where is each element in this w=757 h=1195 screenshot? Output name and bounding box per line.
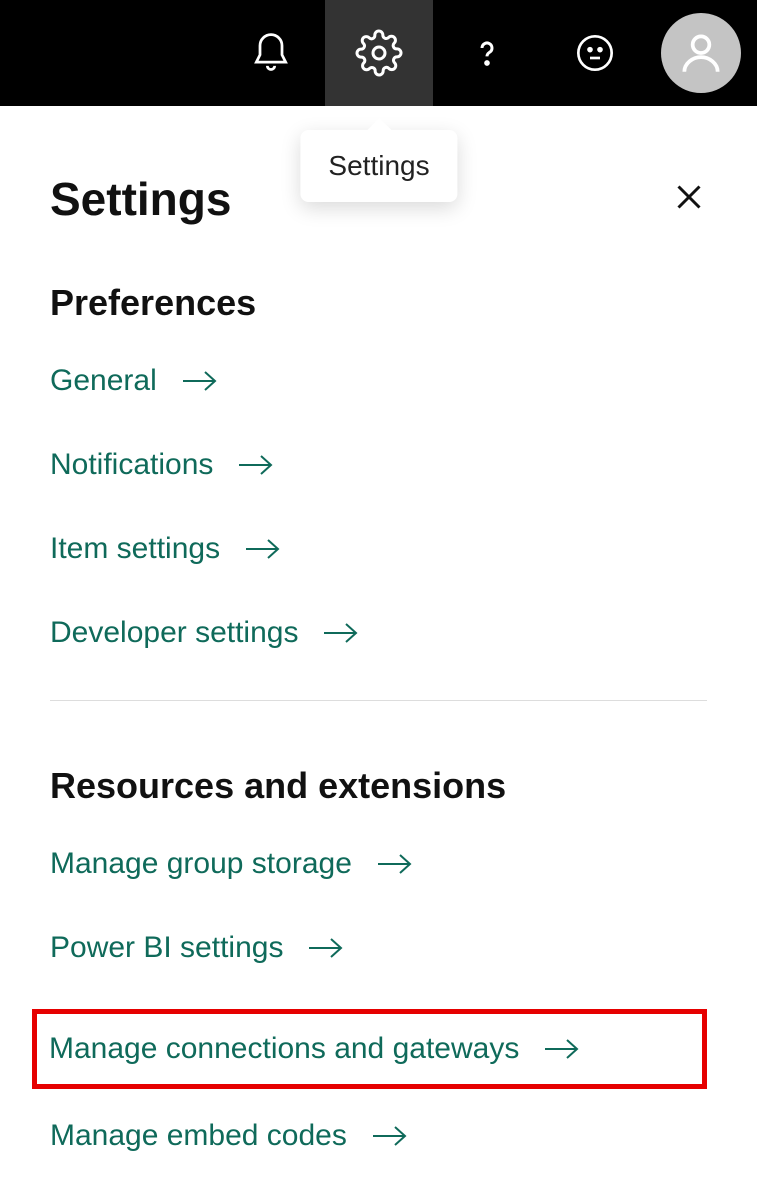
link-developer-settings[interactable]: Developer settings — [50, 616, 707, 650]
close-icon[interactable] — [671, 179, 707, 220]
page-title: Settings — [50, 172, 231, 226]
link-label: Notifications — [50, 448, 213, 482]
avatar[interactable] — [661, 13, 741, 93]
settings-panel: Settings Preferences General Notificatio… — [0, 106, 757, 1153]
topbar: Settings — [0, 0, 757, 106]
settings-icon[interactable]: Settings — [325, 0, 433, 106]
feedback-icon[interactable] — [541, 0, 649, 106]
arrow-right-icon — [307, 934, 347, 962]
link-label: Power BI settings — [50, 931, 283, 965]
link-manage-group-storage[interactable]: Manage group storage — [50, 847, 707, 881]
link-label: Manage embed codes — [50, 1119, 347, 1153]
link-label: Manage group storage — [50, 847, 352, 881]
help-icon[interactable] — [433, 0, 541, 106]
link-label: Manage connections and gateways — [49, 1032, 519, 1066]
link-manage-embed-codes[interactable]: Manage embed codes — [50, 1119, 707, 1153]
link-general[interactable]: General — [50, 364, 707, 398]
link-power-bi-settings[interactable]: Power BI settings — [50, 931, 707, 965]
link-notifications[interactable]: Notifications — [50, 448, 707, 482]
section-title-resources: Resources and extensions — [50, 765, 707, 807]
arrow-right-icon — [237, 451, 277, 479]
arrow-right-icon — [244, 535, 284, 563]
settings-tooltip: Settings — [300, 130, 457, 202]
notifications-icon[interactable] — [217, 0, 325, 106]
link-label: General — [50, 364, 157, 398]
link-manage-connections-gateways[interactable]: Manage connections and gateways — [32, 1009, 707, 1089]
arrow-right-icon — [376, 850, 416, 878]
arrow-right-icon — [543, 1035, 583, 1063]
link-item-settings[interactable]: Item settings — [50, 532, 707, 566]
link-label: Developer settings — [50, 616, 298, 650]
section-title-preferences: Preferences — [50, 282, 707, 324]
divider — [50, 700, 707, 701]
link-label: Item settings — [50, 532, 220, 566]
arrow-right-icon — [371, 1122, 411, 1150]
arrow-right-icon — [181, 367, 221, 395]
arrow-right-icon — [322, 619, 362, 647]
